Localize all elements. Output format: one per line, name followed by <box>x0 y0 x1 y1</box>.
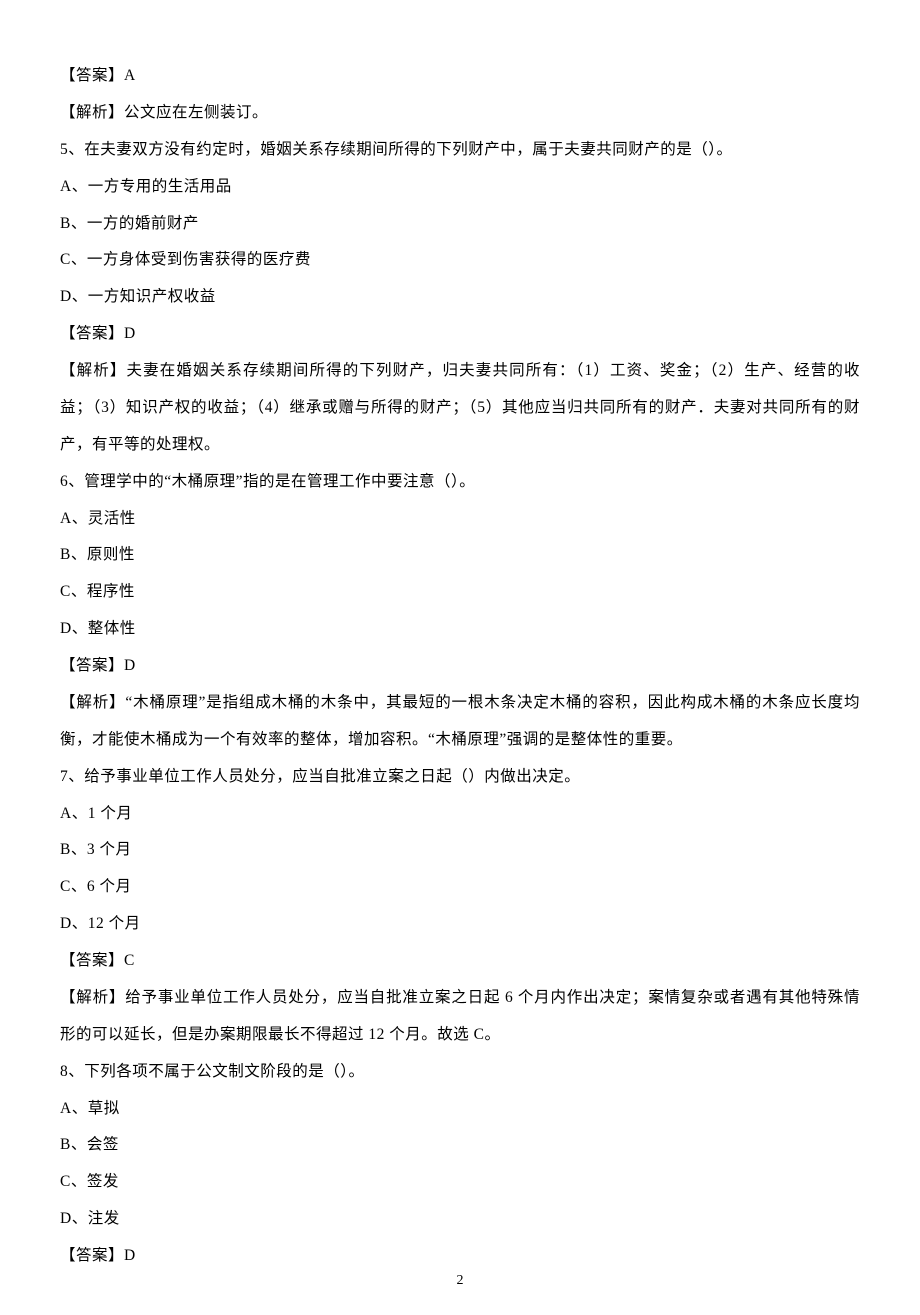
page-number: 2 <box>0 1273 920 1289</box>
option-b: B、一方的婚前财产 <box>60 206 860 243</box>
option-b: B、原则性 <box>60 537 860 574</box>
question-text: 5、在夫妻双方没有约定时，婚姻关系存续期间所得的下列财产中，属于夫妻共同财产的是… <box>60 132 860 169</box>
analysis-text: 【解析】公文应在左侧装订。 <box>60 95 860 132</box>
analysis-text: 【解析】给予事业单位工作人员处分，应当自批准立案之日起 6 个月内作出决定；案情… <box>60 980 860 1054</box>
answer-label: 【答案】D <box>60 316 860 353</box>
answer-label: 【答案】D <box>60 1238 860 1275</box>
question-body: 下列各项不属于公文制文阶段的是（）。 <box>84 1063 364 1080</box>
option-c: C、一方身体受到伤害获得的医疗费 <box>60 242 860 279</box>
question-number: 5、 <box>60 141 84 158</box>
option-d: D、整体性 <box>60 611 860 648</box>
page: 【答案】A 【解析】公文应在左侧装订。 5、在夫妻双方没有约定时，婚姻关系存续期… <box>0 0 920 1315</box>
option-c: C、6 个月 <box>60 869 860 906</box>
question-number: 8、 <box>60 1063 84 1080</box>
option-c: C、程序性 <box>60 574 860 611</box>
answer-label: 【答案】C <box>60 943 860 980</box>
question-body: 管理学中的“木桶原理”指的是在管理工作中要注意（）。 <box>84 473 475 490</box>
question-text: 8、下列各项不属于公文制文阶段的是（）。 <box>60 1054 860 1091</box>
analysis-text: 【解析】“木桶原理”是指组成木桶的木条中，其最短的一根木条决定木桶的容积，因此构… <box>60 685 860 759</box>
option-a: A、1 个月 <box>60 796 860 833</box>
option-c: C、签发 <box>60 1164 860 1201</box>
option-d: D、一方知识产权收益 <box>60 279 860 316</box>
question-number: 6、 <box>60 473 84 490</box>
question-number: 7、 <box>60 768 84 785</box>
answer-label: 【答案】D <box>60 648 860 685</box>
option-b: B、会签 <box>60 1127 860 1164</box>
answer-label: 【答案】A <box>60 58 860 95</box>
question-text: 7、给予事业单位工作人员处分，应当自批准立案之日起（）内做出决定。 <box>60 759 860 796</box>
question-text: 6、管理学中的“木桶原理”指的是在管理工作中要注意（）。 <box>60 464 860 501</box>
question-body: 给予事业单位工作人员处分，应当自批准立案之日起（）内做出决定。 <box>84 768 580 785</box>
question-body: 在夫妻双方没有约定时，婚姻关系存续期间所得的下列财产中，属于夫妻共同财产的是（）… <box>84 141 732 158</box>
option-a: A、草拟 <box>60 1091 860 1128</box>
analysis-text: 【解析】夫妻在婚姻关系存续期间所得的下列财产，归夫妻共同所有：（1）工资、奖金；… <box>60 353 860 464</box>
option-d: D、12 个月 <box>60 906 860 943</box>
option-b: B、3 个月 <box>60 832 860 869</box>
option-a: A、灵活性 <box>60 501 860 538</box>
option-d: D、注发 <box>60 1201 860 1238</box>
option-a: A、一方专用的生活用品 <box>60 169 860 206</box>
